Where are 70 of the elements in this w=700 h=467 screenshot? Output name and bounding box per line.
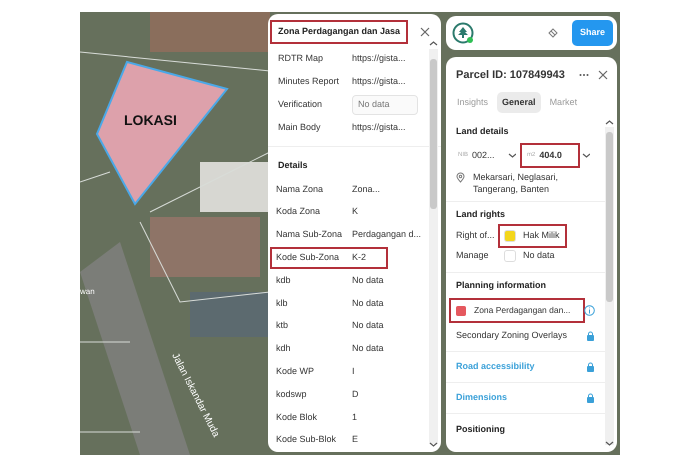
- nib-value: 002...: [472, 148, 495, 162]
- field-value: No data: [523, 249, 555, 262]
- field-value: No data: [352, 342, 384, 356]
- field-label: Kode Sub-Zona: [276, 251, 340, 264]
- chevron-down-icon[interactable]: [429, 441, 438, 448]
- field-value: No data: [352, 319, 384, 332]
- layers-icon[interactable]: [548, 28, 558, 38]
- field-label: ktb: [276, 319, 290, 332]
- field-label: Nama Sub-Zona: [276, 228, 344, 242]
- section-heading: Land rights: [456, 208, 506, 222]
- street-label: wan: [80, 287, 95, 296]
- field-value: K-2: [352, 251, 366, 264]
- tree-logo-icon[interactable]: [452, 22, 474, 44]
- chevron-down-icon[interactable]: [605, 440, 614, 447]
- field-value: https://gista...: [352, 121, 406, 134]
- field-label: RDTR Map: [278, 52, 324, 66]
- caret-icon: [508, 152, 516, 158]
- field-label: kdb: [276, 274, 292, 287]
- field-label: Verification: [278, 98, 324, 112]
- share-button[interactable]: Share: [572, 20, 613, 46]
- zone-name: Zona Perdagangan dan...: [474, 304, 570, 318]
- field-value: Hak Milik: [523, 229, 560, 242]
- section-heading: Positioning: [456, 423, 505, 436]
- info-icon[interactable]: [584, 305, 595, 316]
- input-field[interactable]: No data: [352, 95, 418, 115]
- field-label: klb: [276, 296, 289, 310]
- field-value: https://gista...: [352, 52, 406, 66]
- location-label: LOKASI: [124, 112, 177, 128]
- section-link[interactable]: Road accessibility: [456, 360, 535, 374]
- field-value: D: [352, 388, 358, 401]
- chevron-up-icon[interactable]: [605, 119, 614, 126]
- more-icon[interactable]: [579, 73, 589, 78]
- field-label: Nama Zona: [276, 182, 324, 196]
- section-heading: Details: [278, 158, 308, 172]
- address-text: Mekarsari, Neglasari, Tangerang, Banten: [473, 172, 560, 196]
- chevron-up-icon[interactable]: [429, 40, 438, 47]
- panel-title: Zona Perdagangan dan Jasa: [272, 22, 406, 42]
- scroll-thumb[interactable]: [430, 59, 437, 209]
- section-link[interactable]: Dimensions: [456, 391, 508, 405]
- section-heading: Planning information: [456, 278, 547, 292]
- panel-title: Parcel ID: 107849943: [456, 68, 565, 83]
- section-label: Secondary Zoning Overlays: [456, 329, 568, 342]
- tab[interactable]: General: [497, 92, 541, 113]
- field-value: 1: [352, 410, 358, 424]
- field-value: E: [352, 433, 358, 446]
- field-label: kdh: [276, 342, 292, 356]
- close-icon[interactable]: [419, 26, 431, 38]
- field-label: Main Body: [278, 121, 322, 134]
- field-label: Kode Sub-Blok: [276, 433, 338, 446]
- field-value: No data: [352, 296, 384, 310]
- field-value: Zona...: [352, 182, 380, 196]
- field-value: Perdagangan d...: [352, 228, 422, 242]
- field-label: Koda Zona: [276, 205, 322, 218]
- field-value: K: [352, 205, 358, 218]
- field-label: Minutes Report: [278, 75, 340, 88]
- field-value: https://gista...: [352, 75, 406, 88]
- field-label: kodswp: [276, 388, 308, 401]
- field-label: Manage: [456, 249, 490, 262]
- area-value: 404.0: [539, 148, 562, 162]
- field-label: Kode WP: [276, 365, 316, 378]
- caret-icon: [582, 152, 590, 158]
- location-pin-icon: [456, 172, 465, 183]
- field-label: Right of...: [456, 229, 496, 242]
- section-heading: Land details: [456, 125, 510, 138]
- field-label: Kode Blok: [276, 410, 318, 424]
- zone-row[interactable]: Zona Perdagangan dan...: [451, 300, 583, 322]
- scroll-thumb[interactable]: [606, 132, 613, 302]
- field-value: I: [352, 365, 355, 378]
- field-value: No data: [352, 274, 384, 287]
- close-icon[interactable]: [597, 69, 609, 82]
